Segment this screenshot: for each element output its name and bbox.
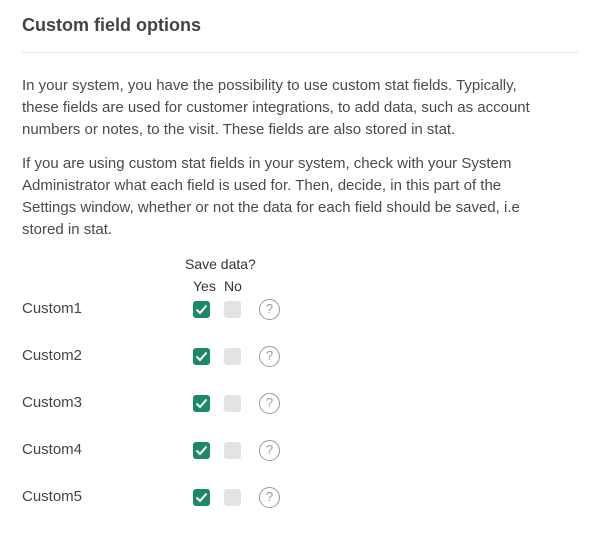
help-icon[interactable]: ? bbox=[259, 440, 280, 461]
save-no-checkbox[interactable] bbox=[224, 395, 241, 412]
custom-field-row-custom5: Custom5 ? bbox=[0, 486, 590, 510]
custom-field-row-custom4: Custom4 ? bbox=[0, 439, 590, 463]
save-no-checkbox[interactable] bbox=[224, 301, 241, 318]
help-icon[interactable]: ? bbox=[259, 393, 280, 414]
save-yes-checkbox[interactable] bbox=[193, 395, 210, 412]
custom-field-label: Custom5 bbox=[22, 488, 83, 505]
custom-field-label: Custom1 bbox=[22, 300, 83, 317]
checkmark-icon bbox=[195, 398, 208, 409]
description-paragraph-1: In your system, you have the possibility… bbox=[22, 77, 530, 138]
checkmark-icon bbox=[195, 351, 208, 362]
custom-field-options-panel: Custom field options In your system, you… bbox=[0, 0, 590, 541]
checkmark-icon bbox=[195, 304, 208, 315]
custom-field-label: Custom4 bbox=[22, 441, 83, 458]
save-yes-checkbox[interactable] bbox=[193, 489, 210, 506]
custom-field-row-custom3: Custom3 ? bbox=[0, 392, 590, 416]
save-no-checkbox[interactable] bbox=[224, 348, 241, 365]
panel-title: Custom field options bbox=[22, 15, 201, 35]
save-no-checkbox[interactable] bbox=[224, 442, 241, 459]
save-data-header: Save data? bbox=[185, 256, 256, 272]
help-icon[interactable]: ? bbox=[259, 346, 280, 367]
custom-field-row-custom1: Custom1 ? bbox=[0, 298, 590, 322]
custom-field-label: Custom2 bbox=[22, 347, 83, 364]
help-icon[interactable]: ? bbox=[259, 487, 280, 508]
checkmark-icon bbox=[195, 492, 208, 503]
save-yes-checkbox[interactable] bbox=[193, 442, 210, 459]
checkmark-icon bbox=[195, 445, 208, 456]
help-icon[interactable]: ? bbox=[259, 299, 280, 320]
save-yes-checkbox[interactable] bbox=[193, 348, 210, 365]
no-column-label: No bbox=[224, 278, 242, 294]
save-yes-checkbox[interactable] bbox=[193, 301, 210, 318]
custom-field-label: Custom3 bbox=[22, 394, 83, 411]
description-paragraph-2: If you are using custom stat fields in y… bbox=[22, 155, 520, 238]
save-no-checkbox[interactable] bbox=[224, 489, 241, 506]
yes-column-label: Yes bbox=[193, 278, 216, 294]
custom-field-row-custom2: Custom2 ? bbox=[0, 345, 590, 369]
title-divider bbox=[22, 52, 578, 53]
